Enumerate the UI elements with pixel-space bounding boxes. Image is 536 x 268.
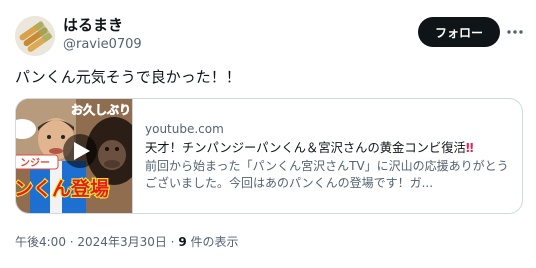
card-domain: youtube.com [145, 122, 224, 136]
video-thumbnail[interactable]: お久しぶり ンジー ンくん登場 [16, 99, 133, 213]
follow-button[interactable]: フォロー [418, 17, 500, 47]
card-title: 天才！チンパンジーパンくん＆宮沢さんの黄金コンビ復活 [145, 141, 466, 155]
tweet-meta: 午後4:00 · 2024年3月30日 · 9 件の表示 [15, 234, 239, 250]
meta-separator: · [65, 235, 78, 249]
views-count: 9 [178, 235, 187, 249]
meta-separator: · [166, 235, 179, 249]
tweet-date[interactable]: 2024年3月30日 [77, 235, 166, 249]
tweet-text: パンくん元気そうで良かった！！ [15, 68, 241, 86]
card-title-line: 天才！チンパンジーパンくん＆宮沢さんの黄金コンビ復活‼ [145, 140, 513, 157]
more-horizontal-icon [507, 30, 523, 34]
card-description: 前回から始まった「パンくん宮沢さんTV」に沢山の応援ありがとうございました。今回… [145, 159, 509, 190]
author-handle[interactable]: @ravie0709 [63, 36, 142, 54]
thumbnail-main-text: ンくん登場 [16, 177, 109, 200]
thumbnail-top-text: お久しぶり [71, 102, 131, 117]
spring-roll-avatar-icon [15, 16, 55, 56]
author-display-name[interactable]: はるまき [63, 15, 123, 35]
link-card[interactable]: お久しぶり ンジー ンくん登場 youtube.com 天才！チンパンジーパンく… [15, 98, 523, 214]
tweet-time[interactable]: 午後4:00 [15, 235, 66, 249]
avatar[interactable] [15, 16, 55, 56]
more-options-button[interactable] [503, 22, 527, 42]
thumbnail-image: お久しぶり ンジー ンくん登場 [16, 99, 132, 213]
double-exclamation-emoji: ‼ [465, 141, 474, 155]
views-label: 件の表示 [186, 235, 239, 249]
thumbnail-left-text: ンジー [20, 157, 50, 169]
